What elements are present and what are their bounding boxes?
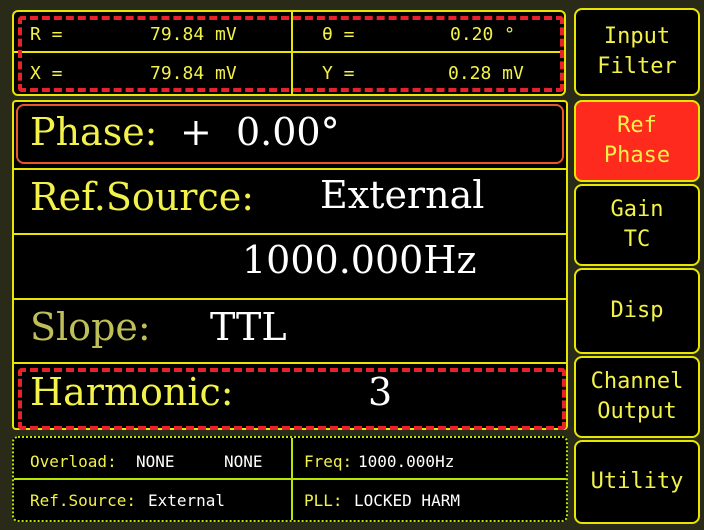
softkey-input-filter[interactable]: Input Filter — [574, 8, 700, 96]
status-freq-label: Freq: — [304, 452, 353, 471]
softkey-input-filter-line2: Filter — [597, 54, 677, 79]
readout-divider — [291, 12, 293, 94]
softkey-ref-phase[interactable]: Ref Phase — [574, 100, 700, 182]
overload-label: Overload: — [30, 452, 117, 471]
softkey-disp-line1: Disp — [610, 298, 664, 323]
status-ref-source-value: External — [148, 491, 226, 510]
readout-row-divider — [14, 51, 564, 53]
harmonic-value[interactable]: 3 — [368, 370, 392, 414]
row-divider-3 — [14, 298, 566, 300]
y-value: 0.28 mV — [448, 63, 524, 84]
status-freq-value: 1000.000Hz — [358, 452, 455, 471]
y-label: Y = — [322, 63, 355, 84]
softkey-channel-output[interactable]: Channel Output — [574, 356, 700, 438]
status-ref-source-label: Ref.Source: — [30, 491, 136, 510]
softkey-gain-tc-line2: TC — [623, 227, 651, 252]
theta-value: 0.20 ° — [450, 24, 516, 45]
frequency-value[interactable]: 1000.000Hz — [242, 238, 476, 282]
phase-label: Phase: — [30, 110, 158, 154]
softkey-ref-phase-line1: Ref — [617, 113, 657, 138]
softkey-utility-line1: Utility — [590, 469, 684, 494]
phase-value: + 0.00° — [180, 110, 340, 154]
softkey-gain-tc-line1: Gain — [610, 197, 664, 222]
softkey-ref-phase-line2: Phase — [603, 143, 671, 168]
softkey-disp[interactable]: Disp — [574, 268, 700, 354]
theta-label: θ = — [322, 24, 355, 45]
pll-value: LOCKED HARM — [354, 491, 460, 510]
x-value: 79.84 mV — [150, 63, 237, 84]
softkey-channel-output-line2: Output — [597, 399, 677, 424]
harmonic-label[interactable]: Harmonic: — [30, 370, 234, 414]
x-label: X = — [30, 63, 63, 84]
r-label: R = — [30, 24, 63, 45]
status-row-divider — [14, 478, 566, 480]
ref-source-label[interactable]: Ref.Source: — [30, 175, 254, 219]
softkey-gain-tc[interactable]: Gain TC — [574, 184, 700, 266]
row-divider-2 — [14, 233, 566, 235]
overload-value-2: NONE — [224, 452, 263, 471]
row-divider-1 — [14, 168, 566, 170]
overload-value-1: NONE — [136, 452, 175, 471]
softkey-input-filter-line1: Input — [603, 24, 671, 49]
softkey-channel-output-line1: Channel — [590, 369, 684, 394]
ref-source-value[interactable]: External — [320, 173, 484, 217]
slope-value[interactable]: TTL — [210, 305, 287, 349]
slope-label[interactable]: Slope: — [30, 305, 151, 349]
row-divider-4 — [14, 362, 566, 364]
pll-label: PLL: — [304, 491, 343, 510]
softkey-utility[interactable]: Utility — [574, 440, 700, 524]
r-value: 79.84 mV — [150, 24, 237, 45]
